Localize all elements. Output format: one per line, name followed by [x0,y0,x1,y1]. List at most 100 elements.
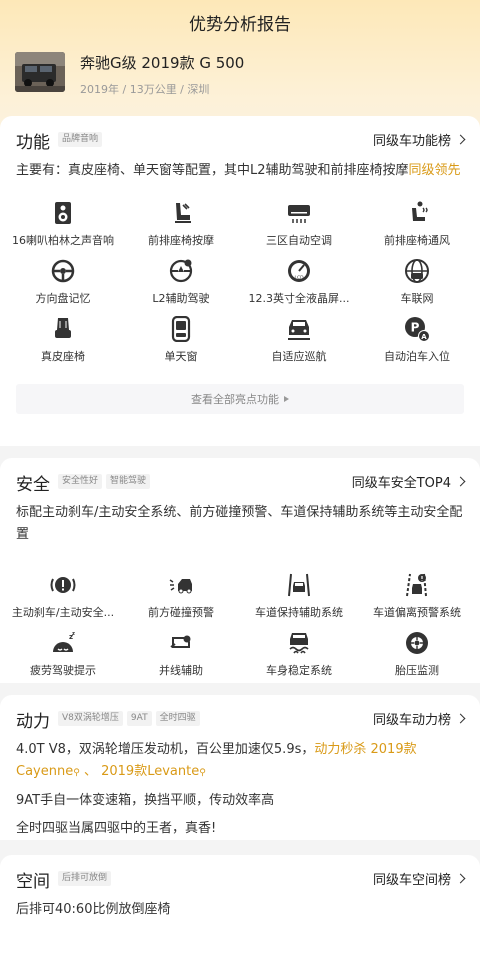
feature-item[interactable]: 车道保持辅助系统 [240,572,358,630]
feature-label: 自适应巡航 [271,350,327,363]
page-title: 优势分析报告 [189,15,291,35]
desc-highlight: 同级领先 [408,163,461,178]
more-label: 查看全部亮点功能 [191,393,279,406]
feature-item[interactable]: 并线辅助 [122,630,240,688]
feature-item[interactable]: 前方碰撞预警 [122,572,240,630]
lane-departure-icon [406,573,427,597]
function-card: 功能 品牌音响 同级车功能榜 主要有：真皮座椅、单天窗等配置，其中L2辅助驾驶和… [0,116,480,446]
feature-item[interactable]: L2辅助驾驶 [122,258,240,316]
safety-rank-link[interactable]: 同级车安全TOP4 [351,472,466,491]
steering-memory-icon [51,259,75,283]
feature-label: L2辅助驾驶 [152,292,210,305]
triangle-right-icon [284,396,289,402]
safety-card: 安全 安全性好 智能驾驶 同级车安全TOP4 标配主动刹车/主动安全系统、前方碰… [0,458,480,683]
feature-label: 车道偏离预警系统 [373,606,461,619]
feature-item[interactable]: 胎压监测 [358,630,476,688]
tag: 品牌音响 [58,132,103,147]
power-paragraph-2: 9AT手自一体变速箱，换挡平顺，传动效率高 [16,793,275,808]
desc-text: 主要有：真皮座椅、单天窗等配置，其中L2辅助驾驶和前排座椅按摩 [16,163,409,178]
feature-item[interactable]: 真皮座椅 [4,316,122,374]
separator: 、 [83,764,97,779]
feature-label: 自动泊车入位 [384,350,450,363]
svg-text:LCD: LCD [294,275,304,281]
feature-item[interactable]: 车联网 [358,258,476,316]
assist-driving-icon [169,259,193,283]
adaptive-cruise-icon [288,320,310,340]
chevron-right-icon [455,476,466,487]
feature-label: 16喇叭柏林之声音响 [12,234,114,247]
speaker-icon [55,202,71,224]
power-paragraph-3: 全时四驱当属四驱中的王者，真香! [16,821,217,836]
tag: 后排可放倒 [58,871,112,886]
seat-massage-icon [175,203,191,223]
car-thumbnail [15,52,65,92]
rank-label: 同级车空间榜 [372,873,451,888]
sunroof-icon [171,316,191,342]
power-card: 动力 V8双涡轮增压 9AT 全时四驱 同级车动力榜 4.0T V8，双涡轮增压… [0,695,480,840]
search-icon[interactable]: ⚲ [199,768,206,778]
function-rank-link[interactable]: 同级车功能榜 [373,130,466,149]
feature-label: 前排座椅通风 [384,234,450,247]
rank-label: 同级车安全TOP4 [351,476,451,491]
safety-description: 标配主动刹车/主动安全系统、前方碰撞预警、车道保持辅助系统等主动安全配置 [16,505,463,542]
feature-label: 并线辅助 [159,664,203,677]
chevron-right-icon [455,713,466,724]
compare-car-link[interactable]: 2019款 [371,742,417,757]
space-description: 后排可40:60比例放倒座椅 [16,902,171,917]
seat-ventilation-icon [412,201,428,221]
feature-item[interactable]: 主动刹车/主动安全... [4,572,122,630]
feature-label: 单天窗 [164,350,198,363]
space-rank-link[interactable]: 同级车空间榜 [372,869,466,888]
car-meta: 2019年 / 13万公里 / 深圳 [80,83,210,96]
tire-pressure-icon [406,632,428,654]
compare-car-link[interactable]: Cayenne [16,764,73,779]
feature-item[interactable]: 车道偏离预警系统 [358,572,476,630]
feature-label: 前排座椅按摩 [148,234,214,247]
compare-car-link[interactable]: 2019款Levante [101,764,199,779]
collision-warning-icon [169,579,192,594]
feature-item[interactable]: 16喇叭柏林之声音响 [4,200,122,258]
car-summary[interactable]: 奔驰G级 2019款 G 500 2019年 / 13万公里 / 深圳 [15,52,244,97]
feature-item[interactable]: zz 疲劳驾驶提示 [4,630,122,688]
feature-label: 疲劳驾驶提示 [30,664,96,677]
feature-item[interactable]: 单天窗 [122,316,240,374]
section-title-space: 空间 [16,872,50,892]
feature-item[interactable]: PA 自动泊车入位 [358,316,476,374]
power-rank-link[interactable]: 同级车动力榜 [373,709,466,728]
tag: 安全性好 [58,474,103,489]
feature-label: 方向盘记忆 [35,292,91,305]
power-highlight: 动力秒杀 [314,742,367,757]
blind-spot-icon [170,635,191,648]
feature-item[interactable]: 前排座椅按摩 [122,200,240,258]
feature-item[interactable]: 前排座椅通风 [358,200,476,258]
feature-item[interactable]: 三区自动空调 [240,200,358,258]
chevron-right-icon [455,873,466,884]
tag: 9AT [126,711,152,726]
svg-text:z: z [72,631,75,637]
svg-text:A: A [421,333,427,341]
chevron-right-icon [455,134,466,145]
feature-label: 车联网 [400,292,434,305]
feature-item[interactable]: 车身稳定系统 [240,630,358,688]
section-title-safety: 安全 [16,475,50,495]
search-icon[interactable]: ⚲ [73,768,80,778]
feature-item[interactable]: LCD 12.3英寸全液晶屏... [240,258,358,316]
auto-parking-icon: PA [405,317,430,342]
feature-item[interactable]: 方向盘记忆 [4,258,122,316]
feature-label: 胎压监测 [395,664,439,677]
lcd-gauge-icon: LCD [288,260,310,282]
svg-text:P: P [411,321,420,335]
power-text: 4.0T V8，双涡轮增压发动机，百公里加速仅5.9s， [16,742,315,757]
function-feature-grid: 16喇叭柏林之声音响 前排座椅按摩 三区自动空调 前排座椅通风 方向盘记忆 L2… [0,200,480,374]
active-brake-icon [50,577,76,593]
feature-label: 12.3英寸全液晶屏... [248,292,350,305]
section-title-power: 动力 [16,712,50,732]
feature-item[interactable]: 自适应巡航 [240,316,358,374]
feature-label: 车身稳定系统 [266,664,332,677]
feature-label: 三区自动空调 [266,234,332,247]
view-all-features-button[interactable]: 查看全部亮点功能 [16,384,464,414]
feature-label: 车道保持辅助系统 [255,606,343,619]
feature-label: 主动刹车/主动安全... [11,606,115,619]
car-name: 奔驰G级 2019款 G 500 [80,54,245,72]
connected-car-icon [405,259,429,283]
